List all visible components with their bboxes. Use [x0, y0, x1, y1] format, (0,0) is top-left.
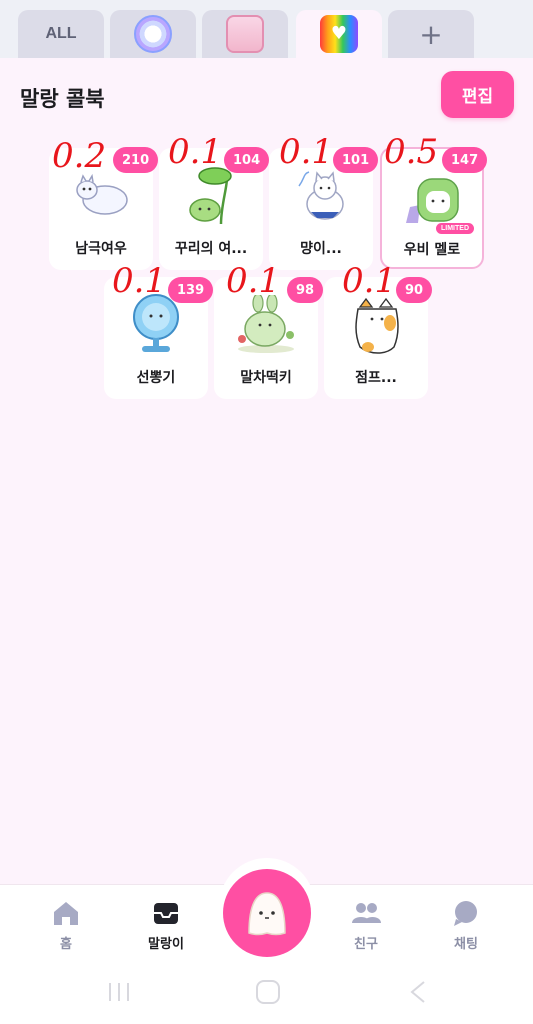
card-name: 선뽕기	[136, 370, 176, 386]
inbox-icon	[154, 903, 178, 924]
card-name: 점프...	[355, 370, 397, 386]
home-button-icon[interactable]	[254, 978, 282, 1006]
card-name: 남극여우	[75, 241, 127, 257]
count-badge: 147	[442, 147, 488, 173]
count-badge: 139	[168, 277, 214, 303]
friends-icon	[352, 903, 381, 923]
card-name: 꾸리의 여...	[174, 241, 248, 257]
leaf-frog-icon	[189, 167, 232, 225]
chat-icon	[454, 901, 477, 926]
plus-icon: +	[419, 17, 443, 51]
handwritten-note: 0.1	[342, 261, 397, 301]
tab-astronaut[interactable]	[110, 10, 196, 58]
jump-cat-icon	[355, 297, 399, 354]
count-badge: 210	[113, 147, 159, 173]
malang-fab-button[interactable]	[223, 869, 311, 957]
page-title: 말랑 콜북	[20, 87, 105, 111]
count-badge: 101	[333, 147, 379, 173]
ghost-icon	[248, 892, 286, 936]
nav-friends-label: 친구	[354, 937, 378, 952]
astronaut-icon	[134, 15, 172, 53]
edit-button[interactable]: 편집	[441, 71, 514, 118]
tab-add[interactable]: +	[388, 10, 474, 58]
count-badge: 104	[224, 147, 270, 173]
count-badge: 90	[396, 277, 433, 303]
card-name: 먕이...	[300, 241, 342, 257]
tab-all-label: ALL	[45, 25, 77, 42]
card-name: 말차떡키	[240, 370, 292, 386]
nav-home[interactable]: 홈	[26, 899, 106, 952]
tab-pink-box[interactable]	[202, 10, 288, 58]
limited-badge: LIMITED	[436, 223, 474, 234]
handwritten-note: 0.1	[168, 132, 223, 172]
fan-icon	[133, 294, 179, 352]
nav-home-label: 홈	[60, 937, 72, 952]
raincoat-frog-icon	[406, 178, 459, 223]
home-icon	[54, 902, 78, 925]
back-icon[interactable]	[404, 978, 432, 1006]
nav-friends[interactable]: 친구	[326, 899, 406, 952]
matcha-rabbit-icon	[238, 295, 294, 353]
rainbow-heart-icon: ♥	[320, 15, 358, 53]
arctic-fox-icon	[76, 173, 128, 215]
handwritten-note: 0.5	[384, 132, 439, 172]
category-tab-bar: ALL ♥ +	[0, 0, 533, 58]
handwritten-note: 0.1	[112, 261, 167, 301]
nav-malang-label: 말랑이	[148, 937, 184, 952]
system-nav-bar	[0, 964, 533, 1024]
nav-chat[interactable]: 채팅	[426, 899, 506, 952]
tab-rainbow-heart[interactable]: ♥	[296, 10, 382, 58]
cat-icon	[298, 171, 344, 220]
nav-malang[interactable]: 말랑이	[126, 899, 206, 952]
tab-all[interactable]: ALL	[18, 10, 104, 58]
nav-chat-label: 채팅	[454, 937, 478, 952]
pink-box-icon	[226, 15, 264, 53]
count-badge: 98	[287, 277, 324, 303]
handwritten-note: 0.2	[52, 136, 107, 176]
card-name: 우비 멜로	[403, 242, 461, 258]
handwritten-note: 0.1	[226, 261, 281, 301]
handwritten-note: 0.1	[279, 132, 334, 172]
recent-apps-icon[interactable]	[106, 980, 132, 1004]
